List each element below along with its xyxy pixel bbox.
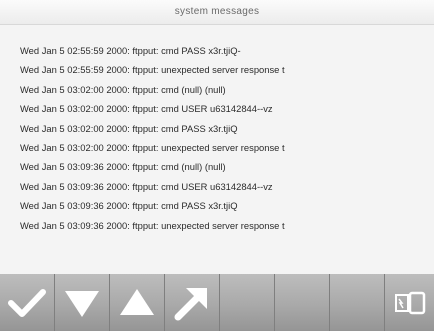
scroll-up-button[interactable]	[110, 274, 165, 331]
jump-button[interactable]	[165, 274, 220, 331]
message-line: Wed Jan 5 03:02:00 2000: ftpput: cmd PAS…	[20, 122, 238, 134]
checkmark-icon	[8, 288, 46, 317]
screen-switch-button[interactable]	[385, 274, 434, 331]
message-line: Wed Jan 5 03:02:00 2000: ftpput: cmd (nu…	[20, 83, 226, 95]
message-line: Wed Jan 5 02:55:59 2000: ftpput: cmd PAS…	[20, 45, 241, 56]
empty-button-1[interactable]	[220, 274, 275, 331]
arrow-up-icon	[120, 288, 154, 315]
empty-button-3[interactable]	[330, 274, 385, 331]
arrow-down-icon	[65, 290, 99, 317]
scroll-down-button[interactable]	[55, 274, 110, 331]
message-line: Wed Jan 5 02:55:59 2000: ftpput: unexpec…	[20, 64, 285, 76]
message-list: Wed Jan 5 02:55:59 2000: ftpput: cmd PAS…	[20, 41, 285, 235]
message-line: Wed Jan 5 03:09:36 2000: ftpput: cmd USE…	[20, 180, 273, 192]
arrow-diagonal-icon	[174, 287, 207, 320]
message-line: Wed Jan 5 03:09:36 2000: ftpput: unexpec…	[20, 219, 285, 231]
empty-button-2[interactable]	[275, 274, 330, 331]
window-title: system messages	[0, 0, 434, 25]
message-line: Wed Jan 5 03:09:36 2000: ftpput: cmd (nu…	[20, 161, 226, 173]
screen-switch-icon	[394, 291, 425, 314]
confirm-button[interactable]	[0, 274, 55, 331]
message-line: Wed Jan 5 03:09:36 2000: ftpput: cmd PAS…	[20, 200, 238, 212]
bottom-toolbar	[0, 274, 434, 331]
message-log[interactable]: Wed Jan 5 02:55:59 2000: ftpput: cmd PAS…	[0, 25, 434, 274]
message-line: Wed Jan 5 03:02:00 2000: ftpput: unexpec…	[20, 141, 285, 153]
message-line: Wed Jan 5 03:02:00 2000: ftpput: cmd USE…	[20, 103, 273, 115]
